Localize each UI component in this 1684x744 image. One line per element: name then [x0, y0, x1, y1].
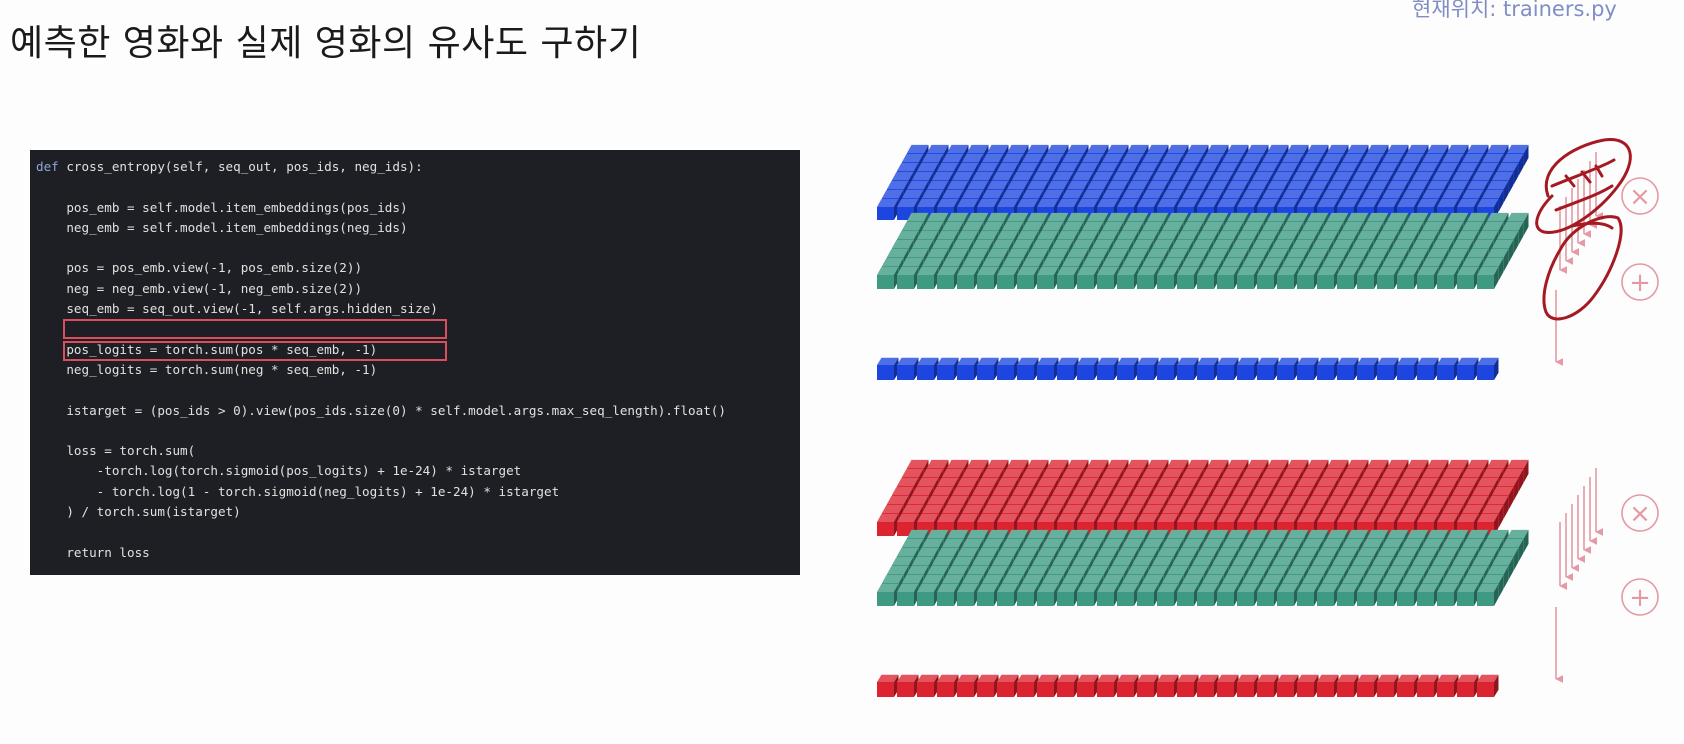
multiply-icon: ×	[1621, 494, 1659, 532]
svg-text:+: +	[1629, 583, 1651, 613]
positive-logits	[877, 357, 1499, 380]
positive-item-embedding	[877, 144, 1529, 220]
code-line: return loss	[36, 544, 150, 560]
code-line: neg_emb = self.model.item_embeddings(neg…	[36, 219, 408, 235]
def-keyword: def	[36, 159, 59, 174]
sequence-embedding-top	[877, 212, 1529, 289]
code-line: neg = neg_emb.view(-1, neg_emb.size(2))	[36, 280, 363, 296]
svg-text:×: ×	[1629, 182, 1651, 212]
code-line: loss = torch.sum(	[36, 443, 196, 459]
code-line: pos_emb = self.model.item_embeddings(pos…	[36, 199, 408, 215]
code-line: -torch.log(torch.sigmoid(pos_logits) + 1…	[36, 463, 522, 479]
add-icon: +	[1621, 578, 1659, 616]
svg-text:×: ×	[1629, 499, 1651, 529]
function-signature: cross_entropy(self, seq_out, pos_ids, ne…	[58, 159, 423, 174]
code-line: neg_logits = torch.sum(neg * seq_emb, -1…	[36, 361, 378, 377]
sequence-embedding-bottom	[877, 529, 1529, 606]
negative-item-embedding	[877, 459, 1529, 536]
code-line-def: def cross_entropy(self, seq_out, pos_ids…	[36, 157, 726, 177]
code-line: istarget = (pos_ids > 0).view(pos_ids.si…	[36, 402, 726, 418]
negative-logits	[877, 674, 1499, 697]
code-line: pos_logits = torch.sum(pos * seq_emb, -1…	[36, 341, 378, 357]
multiply-icon: ×	[1621, 177, 1659, 215]
current-file-label: 현재위치: trainers.py	[1412, 0, 1617, 21]
add-icon: +	[1621, 263, 1659, 301]
slide-title: 예측한 영화와 실제 영화의 유사도 구하기	[10, 23, 642, 64]
code-line: - torch.log(1 - torch.sigmoid(neg_logits…	[36, 483, 560, 499]
code-line: seq_emb = seq_out.view(-1, self.args.hid…	[36, 301, 438, 317]
code-screenshot: def cross_entropy(self, seq_out, pos_ids…	[30, 150, 800, 575]
code-line: ) / torch.sum(istarget)	[36, 504, 241, 520]
code-line: pos = pos_emb.view(-1, pos_emb.size(2))	[36, 260, 363, 276]
svg-text:+: +	[1629, 268, 1651, 298]
code-block: def cross_entropy(self, seq_out, pos_ids…	[36, 157, 726, 563]
embedding-diagram: × + × +	[877, 138, 1659, 697]
